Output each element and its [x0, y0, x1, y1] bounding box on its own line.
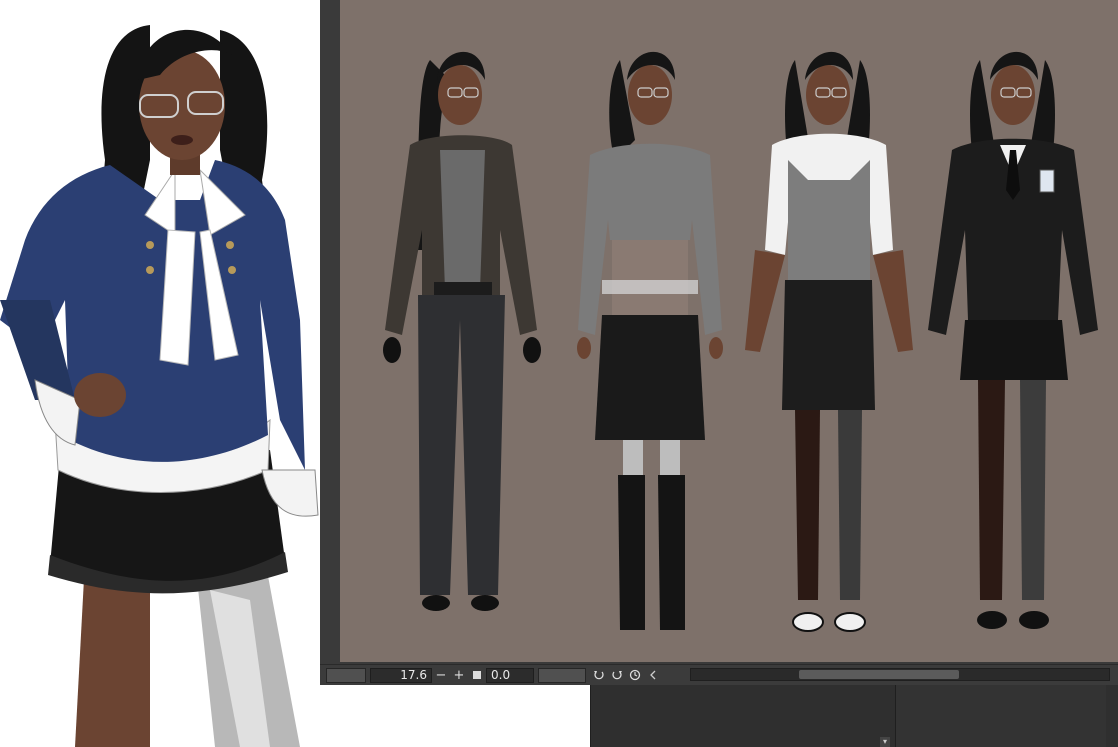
reference-illustration: [0, 25, 319, 747]
rotation-field[interactable]: 0.0: [486, 667, 534, 683]
bottom-panel-right: [895, 685, 1106, 747]
chevron-down-icon[interactable]: ▾: [880, 737, 890, 747]
reset-rotation-icon[interactable]: [626, 668, 644, 683]
pinstripe-suit-outfit: [928, 51, 1098, 629]
minus-icon[interactable]: −: [432, 668, 450, 683]
drawing-canvas[interactable]: [340, 0, 1118, 662]
knit-top-skirt-outfit: [577, 51, 723, 630]
horizontal-scrollbar-thumb[interactable]: [799, 670, 959, 679]
horizontal-scrollbar[interactable]: [690, 668, 1110, 681]
zoom-field[interactable]: 17.6: [370, 667, 432, 683]
bottom-panel-left: [590, 685, 881, 747]
navigator-toggle[interactable]: [326, 667, 366, 683]
square-icon[interactable]: [468, 668, 486, 683]
app-window: 17.6 − + 0.0: [320, 0, 1118, 685]
corset-blouse-outfit: [745, 51, 913, 632]
chevron-left-icon[interactable]: [644, 668, 662, 683]
canvas-status-bar: 17.6 − + 0.0: [320, 664, 1118, 685]
rotate-left-icon[interactable]: [590, 668, 608, 683]
rotate-right-icon[interactable]: [608, 668, 626, 683]
plus-icon[interactable]: +: [450, 668, 468, 683]
bottom-panel: ▾: [590, 685, 1118, 747]
rotation-slider[interactable]: [538, 667, 586, 683]
character-lineup: [383, 51, 1098, 632]
leather-jacket-outfit: [383, 51, 541, 611]
reference-canvas: [0, 0, 320, 747]
canvas-frame: [320, 0, 1118, 664]
